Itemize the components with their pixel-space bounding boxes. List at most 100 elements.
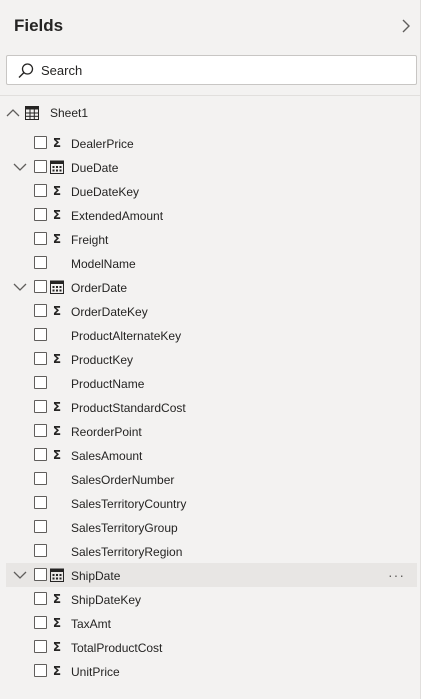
sigma-icon: Σ	[52, 232, 62, 246]
field-row[interactable]: Σ ShipDateKey	[0, 587, 421, 611]
field-checkbox[interactable]	[34, 256, 47, 269]
field-row[interactable]: ProductName	[0, 371, 421, 395]
sigma-icon: Σ	[52, 208, 62, 222]
field-checkbox[interactable]	[34, 568, 47, 581]
field-label: ModelName	[71, 257, 136, 271]
calendar-icon	[50, 568, 64, 582]
field-label: SalesTerritoryCountry	[71, 497, 187, 511]
field-checkbox[interactable]	[34, 304, 47, 317]
table-name: Sheet1	[50, 106, 89, 120]
field-row[interactable]: Σ DealerPrice	[0, 131, 421, 155]
field-checkbox[interactable]	[34, 280, 47, 293]
sigma-icon: Σ	[52, 448, 62, 462]
field-row[interactable]: ShipDate ···	[6, 563, 417, 587]
field-checkbox[interactable]	[34, 592, 47, 605]
chevron-right-icon	[402, 19, 410, 33]
field-checkbox[interactable]	[34, 664, 47, 677]
table-node[interactable]: Sheet1	[0, 101, 421, 125]
field-row[interactable]: Σ ProductKey	[0, 347, 421, 371]
sigma-icon: Σ	[52, 640, 62, 654]
field-row[interactable]: DueDate	[0, 155, 421, 179]
field-row[interactable]: ModelName	[0, 251, 421, 275]
field-checkbox[interactable]	[34, 136, 47, 149]
field-checkbox[interactable]	[34, 496, 47, 509]
field-label: UnitPrice	[71, 665, 120, 679]
field-label: OrderDate	[71, 281, 128, 295]
sigma-icon: Σ	[52, 136, 62, 150]
field-row[interactable]: Σ SalesAmount	[0, 443, 421, 467]
sigma-icon: Σ	[52, 304, 62, 318]
field-label: SalesAmount	[71, 449, 143, 463]
field-row[interactable]: SalesTerritoryGroup	[0, 515, 421, 539]
field-label: ProductAlternateKey	[71, 329, 182, 343]
field-checkbox[interactable]	[34, 400, 47, 413]
field-row[interactable]: Σ TotalProductCost	[0, 635, 421, 659]
field-label: ShipDateKey	[71, 593, 142, 607]
field-label: ProductKey	[71, 353, 134, 367]
chevron-down-icon[interactable]	[13, 280, 27, 294]
field-checkbox[interactable]	[34, 208, 47, 221]
chevron-down-icon[interactable]	[13, 568, 27, 582]
pane-header: Fields	[0, 0, 421, 52]
chevron-down-icon[interactable]	[13, 160, 27, 174]
field-row[interactable]: SalesTerritoryRegion	[0, 539, 421, 563]
field-label: OrderDateKey	[71, 305, 148, 319]
field-checkbox[interactable]	[34, 616, 47, 629]
field-checkbox[interactable]	[34, 640, 47, 653]
sigma-icon: Σ	[52, 616, 62, 630]
field-checkbox[interactable]	[34, 520, 47, 533]
field-label: DueDate	[71, 161, 119, 175]
collapse-pane-button[interactable]	[397, 16, 415, 36]
field-label: SalesTerritoryGroup	[71, 521, 178, 535]
field-row[interactable]: SalesOrderNumber	[0, 467, 421, 491]
field-row[interactable]: Σ OrderDateKey	[0, 299, 421, 323]
calendar-icon	[50, 160, 64, 174]
fields-pane: Fields Sheet1	[0, 0, 421, 699]
field-checkbox[interactable]	[34, 472, 47, 485]
field-checkbox[interactable]	[34, 352, 47, 365]
field-checkbox[interactable]	[34, 232, 47, 245]
sigma-icon: Σ	[52, 184, 62, 198]
field-row[interactable]: Σ ReorderPoint	[0, 419, 421, 443]
field-label: ProductStandardCost	[71, 401, 186, 415]
field-checkbox[interactable]	[34, 160, 47, 173]
field-label: Freight	[71, 233, 109, 247]
field-checkbox[interactable]	[34, 376, 47, 389]
field-row[interactable]: Σ ProductStandardCost	[0, 395, 421, 419]
chevron-up-icon[interactable]	[6, 106, 20, 120]
field-checkbox[interactable]	[34, 328, 47, 341]
divider	[0, 95, 421, 96]
field-label: SalesTerritoryRegion	[71, 545, 183, 559]
table-icon	[25, 106, 39, 120]
field-label: ProductName	[71, 377, 145, 391]
field-label: SalesOrderNumber	[71, 473, 175, 487]
field-label: TaxAmt	[71, 617, 112, 631]
field-row[interactable]: Σ ExtendedAmount	[0, 203, 421, 227]
search-box	[6, 55, 417, 85]
field-label: DealerPrice	[71, 137, 134, 151]
sigma-icon: Σ	[52, 352, 62, 366]
search-input[interactable]	[41, 59, 411, 81]
sigma-icon: Σ	[52, 400, 62, 414]
field-row[interactable]: Σ TaxAmt	[0, 611, 421, 635]
field-row[interactable]: Σ DueDateKey	[0, 179, 421, 203]
field-label: TotalProductCost	[71, 641, 163, 655]
field-label: ReorderPoint	[71, 425, 142, 439]
sigma-icon: Σ	[52, 424, 62, 438]
calendar-icon	[50, 280, 64, 294]
field-checkbox[interactable]	[34, 544, 47, 557]
field-checkbox[interactable]	[34, 424, 47, 437]
field-row[interactable]: Σ UnitPrice	[0, 659, 421, 683]
sigma-icon: Σ	[52, 664, 62, 678]
field-label: DueDateKey	[71, 185, 140, 199]
sigma-icon: Σ	[52, 592, 62, 606]
field-checkbox[interactable]	[34, 184, 47, 197]
field-row[interactable]: SalesTerritoryCountry	[0, 491, 421, 515]
more-options-button[interactable]: ···	[388, 567, 405, 583]
pane-title: Fields	[14, 16, 64, 35]
field-row[interactable]: OrderDate	[0, 275, 421, 299]
field-label: ShipDate	[71, 569, 121, 583]
field-row[interactable]: ProductAlternateKey	[0, 323, 421, 347]
field-checkbox[interactable]	[34, 448, 47, 461]
field-row[interactable]: Σ Freight	[0, 227, 421, 251]
